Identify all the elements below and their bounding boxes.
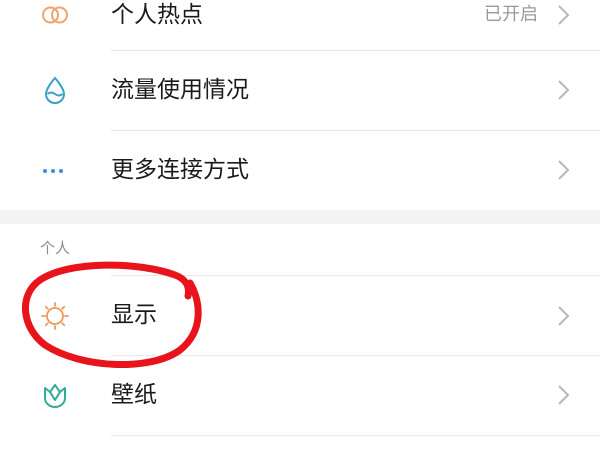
settings-item-label: 显示 bbox=[111, 302, 157, 328]
settings-item-more-connections[interactable]: 更多连接方式 bbox=[0, 131, 600, 210]
settings-item-label: 流量使用情况 bbox=[111, 77, 249, 103]
settings-screen: 个人热点 已开启 流量使用情况 更多连接方式 个人 显示 壁纸 bbox=[0, 0, 600, 450]
wallpaper-icon bbox=[38, 378, 72, 412]
chevron-right-icon bbox=[556, 157, 572, 183]
chevron-right-icon bbox=[556, 303, 572, 329]
settings-item-data-usage[interactable]: 流量使用情况 bbox=[0, 51, 600, 130]
data-usage-icon bbox=[38, 73, 72, 107]
hotspot-status: 已开启 bbox=[484, 4, 538, 25]
chevron-right-icon bbox=[556, 382, 572, 408]
display-brightness-icon bbox=[38, 299, 72, 333]
chevron-right-icon bbox=[556, 2, 572, 28]
section-separator bbox=[0, 210, 600, 224]
hotspot-icon bbox=[38, 0, 72, 32]
divider bbox=[111, 435, 600, 436]
settings-item-label: 壁纸 bbox=[111, 382, 157, 408]
settings-item-display[interactable]: 显示 bbox=[0, 276, 600, 355]
settings-item-label: 个人热点 bbox=[111, 2, 203, 28]
settings-item-label: 更多连接方式 bbox=[111, 157, 249, 183]
settings-item-hotspot[interactable]: 个人热点 已开启 bbox=[0, 0, 600, 50]
settings-item-wallpaper[interactable]: 壁纸 bbox=[0, 356, 600, 435]
chevron-right-icon bbox=[556, 77, 572, 103]
section-header-personal: 个人 bbox=[40, 239, 71, 257]
more-connections-icon bbox=[38, 153, 72, 187]
